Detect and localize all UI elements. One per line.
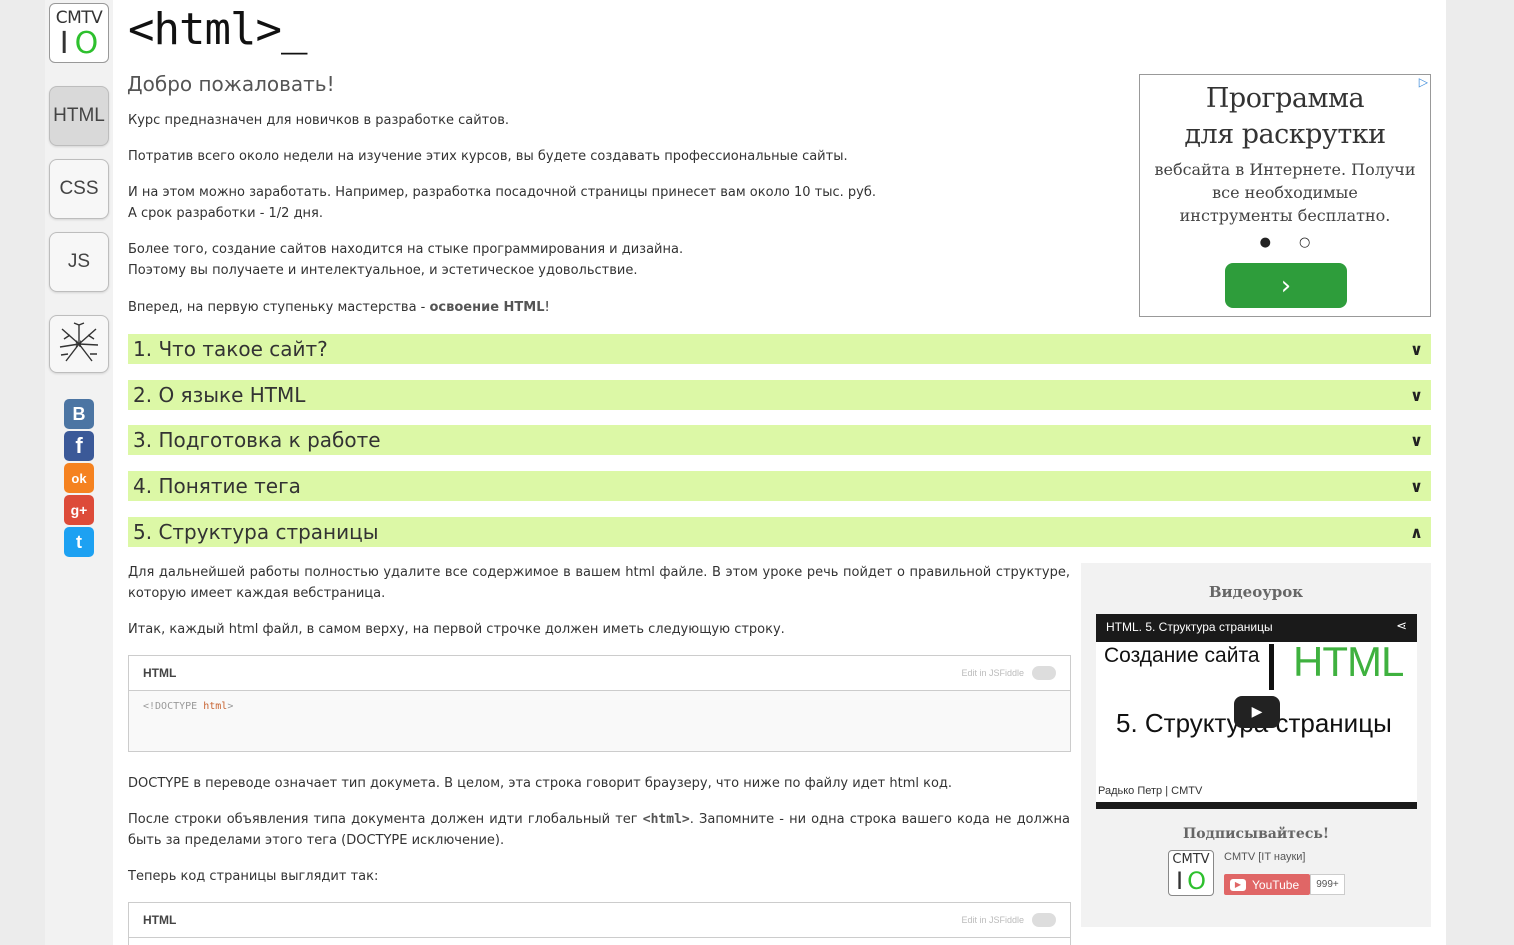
accordion-label: 4. Понятие тега [133, 474, 301, 498]
youtube-icon: ▶ [1230, 878, 1246, 891]
intro-paragraph: Курс предназначен для новичков в разрабо… [128, 113, 509, 128]
vk-share-icon[interactable]: B [64, 399, 94, 429]
cloud-icon [1032, 666, 1056, 680]
network-tree-button[interactable]: N [49, 315, 109, 373]
odnoklassniki-share-icon[interactable]: ok [64, 463, 94, 493]
code-content: <!DOCTYPE html> [129, 691, 1070, 751]
accordion-label: 2. О языке HTML [133, 383, 306, 407]
intro-paragraph: Потратив всего около недели на изучение … [128, 149, 848, 164]
lesson-paragraph: После строки объявления типа документа д… [128, 812, 1070, 848]
chevron-down-icon: ∨ [1410, 339, 1423, 359]
ad-text: вебсайта в Интернете. Получи все необход… [1154, 160, 1416, 225]
ad-banner[interactable]: ▷ Программа для раскрутки вебсайта в Инт… [1139, 74, 1431, 317]
google-plus-share-icon[interactable]: g+ [64, 495, 94, 525]
video-panel: Видеоурок HTML. 5. Структура страницы ⋖ … [1081, 563, 1431, 927]
page-title: <html>_ [128, 4, 307, 55]
chevron-down-icon: ∨ [1410, 476, 1423, 496]
video-title[interactable]: HTML. 5. Структура страницы [1106, 620, 1273, 634]
nav-html-button[interactable]: HTML [49, 86, 109, 146]
channel-logo[interactable]: CMTV IO [1168, 850, 1214, 896]
lesson-paragraph: DOCTYPE в переводе означает тип докумета… [128, 776, 953, 791]
chevron-up-icon: ∧ [1410, 522, 1423, 542]
facebook-share-icon[interactable]: f [64, 431, 94, 461]
nav-js-button[interactable]: JS [49, 232, 109, 292]
sidebar: CMTV IO HTML CSS JS N B f ok g+ t [45, 0, 113, 945]
welcome-title: Добро пожаловать! [127, 72, 335, 96]
chevron-down-icon: ∨ [1410, 430, 1423, 450]
edit-in-jsfiddle-link[interactable]: Edit in JSFiddle [961, 913, 1056, 927]
code-block: HTML Edit in JSFiddle [128, 902, 1071, 945]
svg-text:N: N [75, 340, 82, 350]
logo-text-top: CMTV [55, 8, 103, 28]
share-icon[interactable]: ⋖ [1396, 619, 1407, 634]
accordion-item-3[interactable]: 3. Подготовка к работе ∨ [128, 425, 1431, 455]
lesson-paragraph: Для дальнейшей работы полностью удалите … [128, 565, 1070, 601]
video-thumb-divider [1269, 644, 1274, 690]
video-thumb-text: Создание сайта [1104, 644, 1260, 667]
video-panel-title: Видеоурок [1208, 583, 1304, 601]
site-logo[interactable]: CMTV IO [49, 3, 109, 63]
video-thumb-html: HTML [1293, 638, 1404, 685]
ad-next-button[interactable]: › [1225, 263, 1347, 308]
lesson-paragraph: Итак, каждый html файл, в самом верху, н… [128, 622, 785, 637]
code-language-label: HTML [143, 913, 177, 927]
accordion-label: 5. Структура страницы [133, 520, 379, 544]
intro-paragraph: Более того, создание сайтов находится на… [128, 242, 684, 257]
video-player[interactable]: HTML. 5. Структура страницы ⋖ Создание с… [1096, 614, 1417, 809]
ad-title: Программа для раскрутки [1184, 83, 1386, 150]
video-author: Радько Петр | CMTV [1098, 785, 1203, 797]
intro-paragraph: Вперед, на первую ступеньку мастерства -… [128, 300, 550, 315]
code-block: HTML Edit in JSFiddle <!DOCTYPE html> [128, 655, 1071, 752]
accordion-item-4[interactable]: 4. Понятие тега ∨ [128, 471, 1431, 501]
accordion-item-2[interactable]: 2. О языке HTML ∨ [128, 380, 1431, 410]
youtube-subscribe-button[interactable]: ▶ YouTube [1224, 874, 1310, 895]
edit-in-jsfiddle-link[interactable]: Edit in JSFiddle [961, 666, 1056, 680]
logo-text-bottom: IO [59, 26, 99, 61]
subscriber-count: 999+ [1310, 874, 1345, 895]
accordion-label: 3. Подготовка к работе [133, 428, 381, 452]
accordion-label: 1. Что такое сайт? [133, 337, 328, 361]
adchoices-icon[interactable]: ▷ [1419, 75, 1428, 89]
network-tree-icon: N [59, 322, 99, 362]
accordion-item-5[interactable]: 5. Структура страницы ∧ [128, 517, 1431, 547]
channel-name[interactable]: CMTV [IT науки] [1224, 851, 1306, 863]
cloud-icon [1032, 913, 1056, 927]
ad-pagination-dots[interactable]: ● ○ [1140, 235, 1430, 250]
chevron-down-icon: ∨ [1410, 385, 1423, 405]
nav-css-button[interactable]: CSS [49, 159, 109, 219]
play-icon[interactable]: ▶ [1234, 696, 1280, 728]
lesson-paragraph: Теперь код страницы выглядит так: [128, 869, 379, 884]
intro-paragraph: Поэтому вы получаете и интелектуальное, … [128, 263, 638, 278]
twitter-share-icon[interactable]: t [64, 527, 94, 557]
subscribe-title: Подписывайтесь! [1182, 826, 1329, 842]
intro-paragraph: А срок разработки - 1/2 дня. [128, 206, 324, 221]
code-language-label: HTML [143, 666, 177, 680]
html-link[interactable]: освоение HTML [430, 300, 545, 315]
accordion-item-1[interactable]: 1. Что такое сайт? ∨ [128, 334, 1431, 364]
intro-paragraph: И на этом можно заработать. Например, ра… [128, 185, 876, 200]
